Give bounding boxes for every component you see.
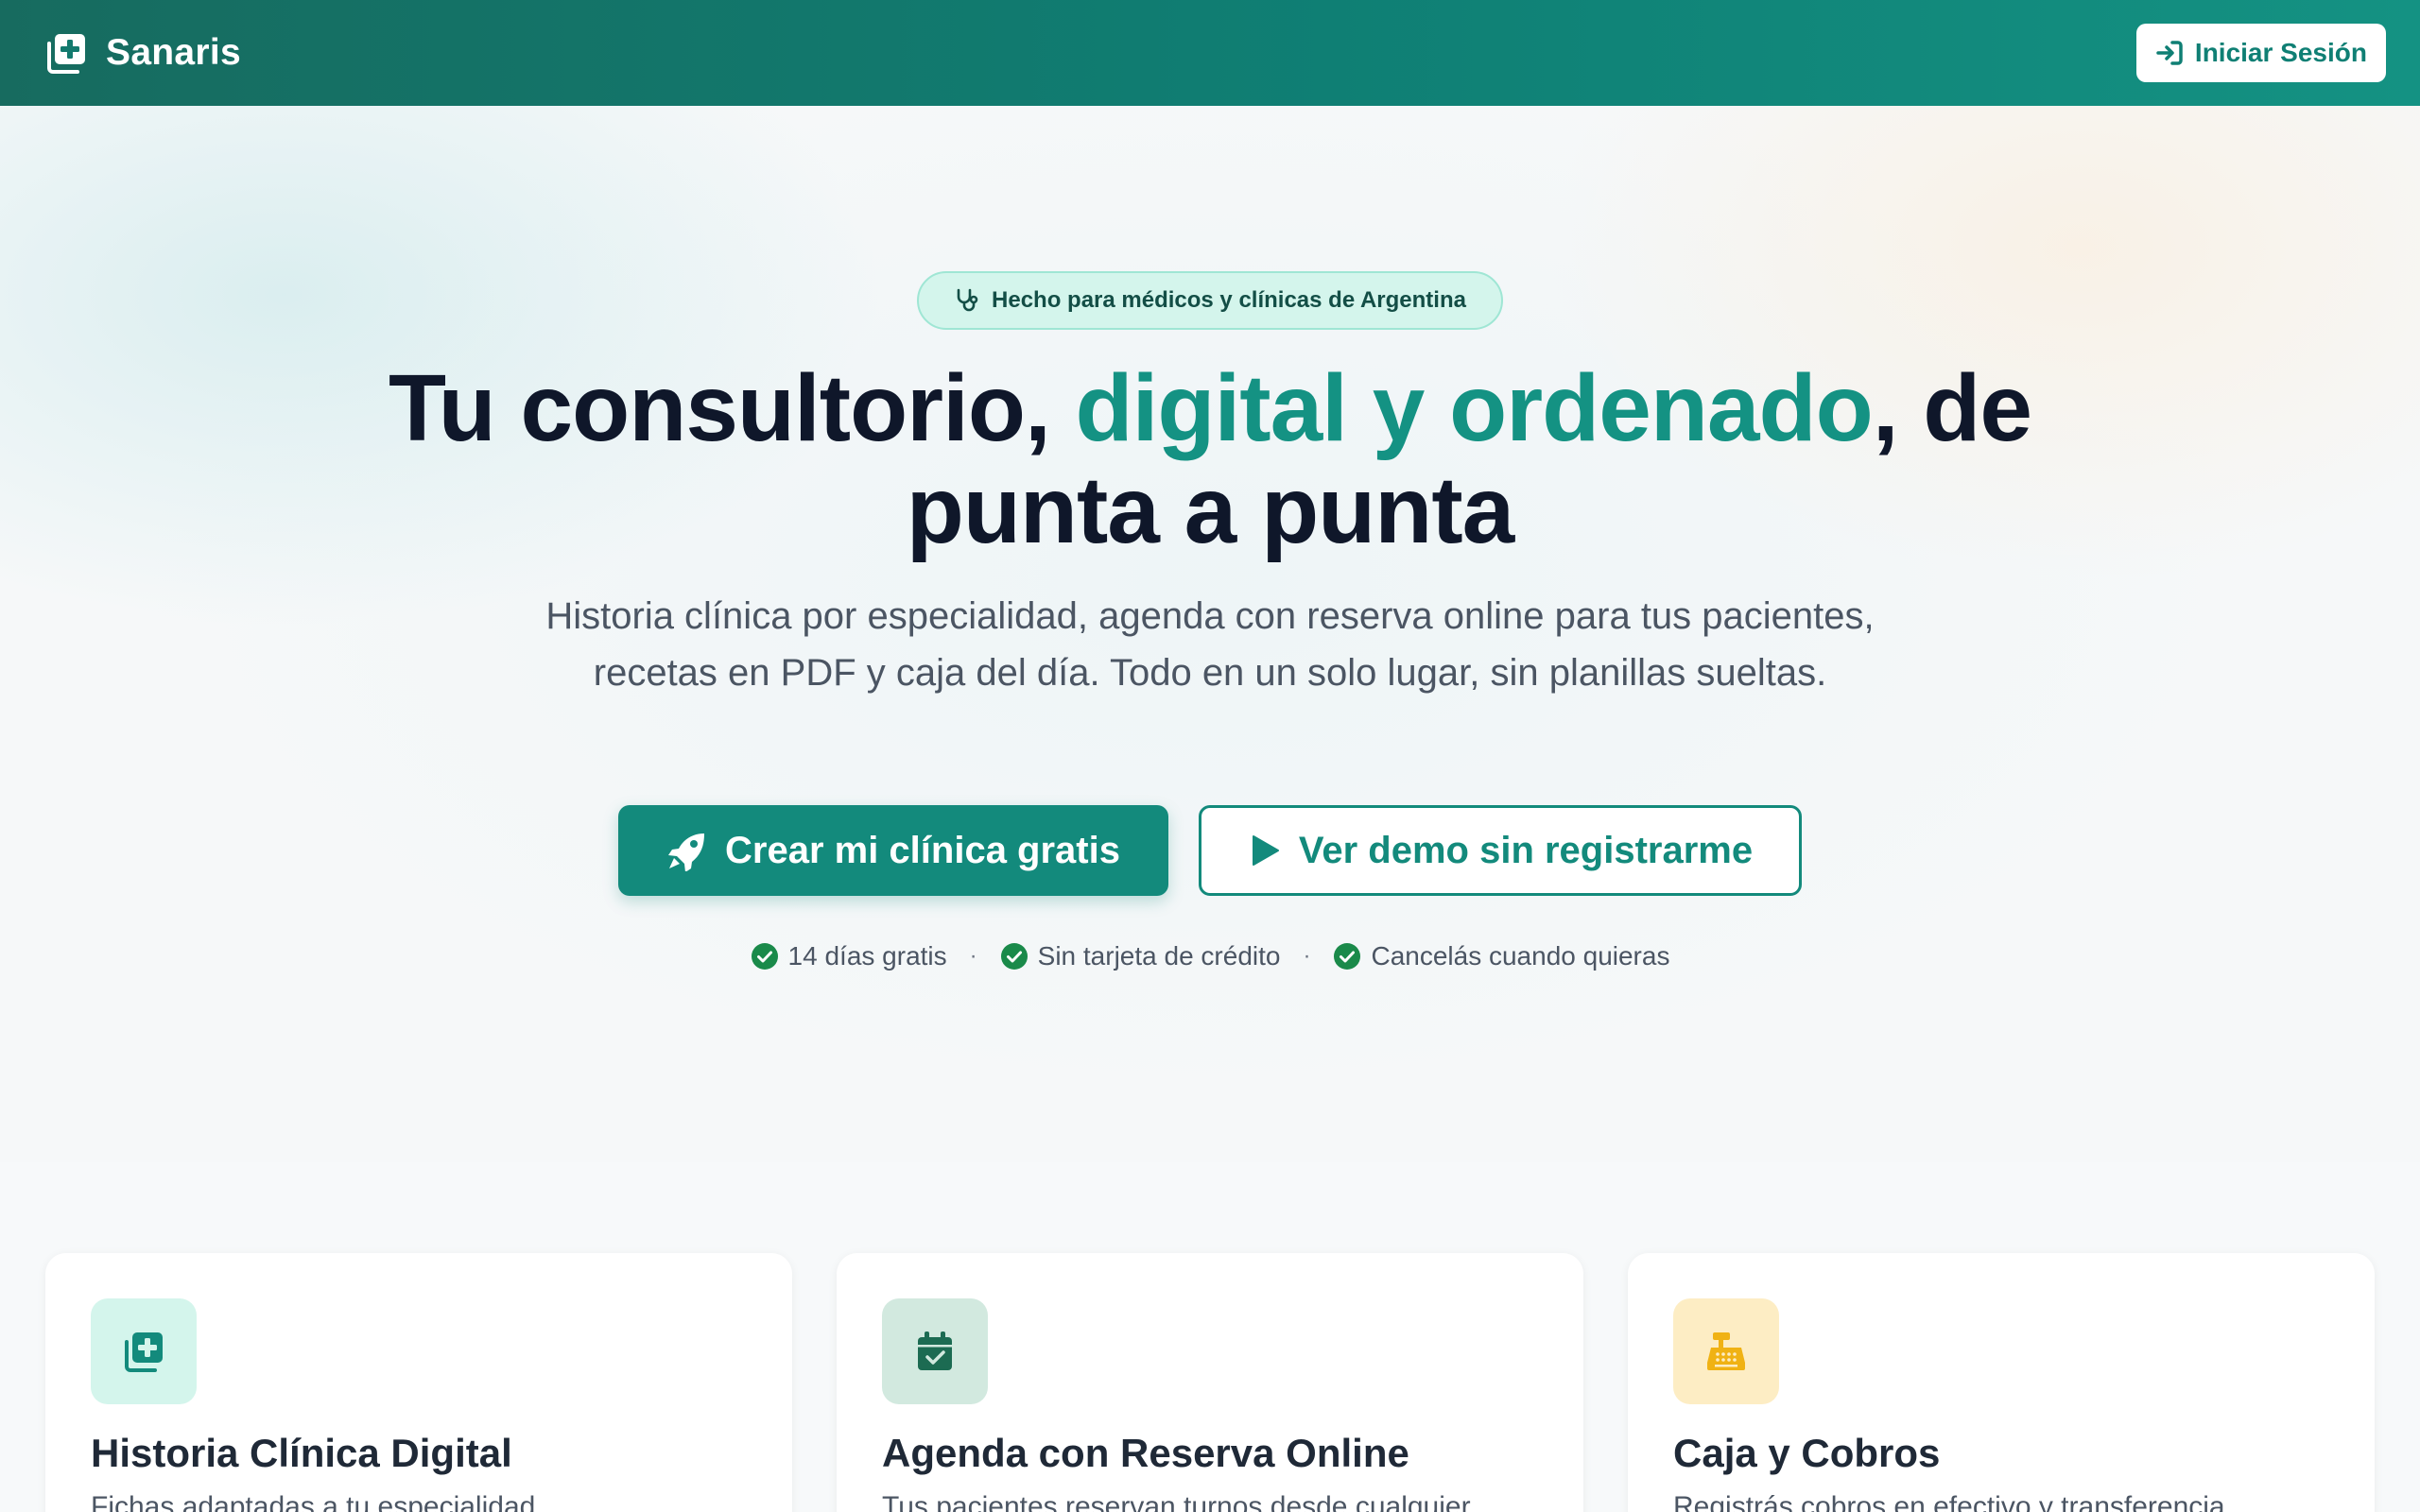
perk-label: Cancelás cuando quieras — [1371, 941, 1670, 971]
hero-subtitle: Historia clínica por especialidad, agend… — [545, 595, 1875, 694]
page-title: Tu consultorio, digital y ordenado, de p… — [265, 357, 2155, 561]
separator: · — [1303, 943, 1311, 969]
calendar-check-icon — [918, 1332, 952, 1370]
perk-free-trial: 14 días gratis — [751, 941, 947, 971]
perks-list: 14 días gratis · Sin tarjeta de crédito … — [0, 941, 2420, 971]
check-circle-icon — [1000, 943, 1028, 970]
view-demo-button[interactable]: Ver demo sin registrarme — [1199, 805, 1802, 896]
feature-title: Agenda con Reserva Online — [882, 1431, 1409, 1475]
separator: · — [969, 943, 977, 969]
feature-icon-box — [1673, 1298, 1779, 1404]
perk-cancel-anytime: Cancelás cuando quieras — [1333, 941, 1669, 971]
rocket-icon — [668, 833, 705, 871]
origin-badge: Hecho para médicos y clínicas de Argenti… — [917, 271, 1503, 330]
badge-text: Hecho para médicos y clínicas de Argenti… — [992, 287, 1466, 313]
check-circle-icon — [1334, 943, 1361, 970]
headline-accent: digital y ordenado — [1075, 355, 1874, 461]
cash-register-icon — [1707, 1332, 1745, 1370]
medical-folder-plus-icon — [125, 1332, 163, 1372]
feature-title: Caja y Cobros — [1673, 1431, 1941, 1475]
create-clinic-button[interactable]: Crear mi clínica gratis — [618, 805, 1168, 896]
stethoscope-icon — [957, 288, 978, 312]
play-icon — [1252, 835, 1279, 866]
feature-icon-box — [91, 1298, 197, 1404]
login-label: Iniciar Sesión — [2194, 38, 2367, 67]
feature-description: Registrás cobros en efectivo y transfere… — [1673, 1491, 2225, 1512]
perk-no-card: Sin tarjeta de crédito — [1000, 941, 1281, 971]
brand-name: Sanaris — [106, 32, 242, 73]
sign-in-icon — [2156, 41, 2183, 65]
create-clinic-label: Crear mi clínica gratis — [725, 829, 1120, 871]
perk-label: Sin tarjeta de crédito — [1037, 941, 1281, 971]
check-circle-icon — [751, 943, 778, 970]
medical-folder-plus-icon — [47, 34, 85, 74]
headline-part-1: Tu consultorio, — [389, 355, 1076, 461]
perk-label: 14 días gratis — [787, 941, 947, 971]
feature-title: Historia Clínica Digital — [91, 1431, 512, 1475]
feature-description: Tus pacientes reservan turnos desde cual… — [882, 1491, 1471, 1512]
feature-card-cash-payments: Caja y Cobros Registrás cobros en efecti… — [1628, 1253, 2375, 1512]
feature-icon-box — [882, 1298, 988, 1404]
top-navbar: Sanaris Iniciar Sesión — [0, 0, 2420, 106]
feature-card-online-booking: Agenda con Reserva Online Tus pacientes … — [837, 1253, 1583, 1512]
view-demo-label: Ver demo sin registrarme — [1298, 829, 1754, 871]
feature-description: Fichas adaptadas a tu especialidad — [91, 1491, 536, 1512]
brand[interactable]: Sanaris — [43, 30, 241, 76]
feature-card-clinical-history: Historia Clínica Digital Fichas adaptada… — [45, 1253, 792, 1512]
login-button[interactable]: Iniciar Sesión — [2135, 24, 2386, 82]
